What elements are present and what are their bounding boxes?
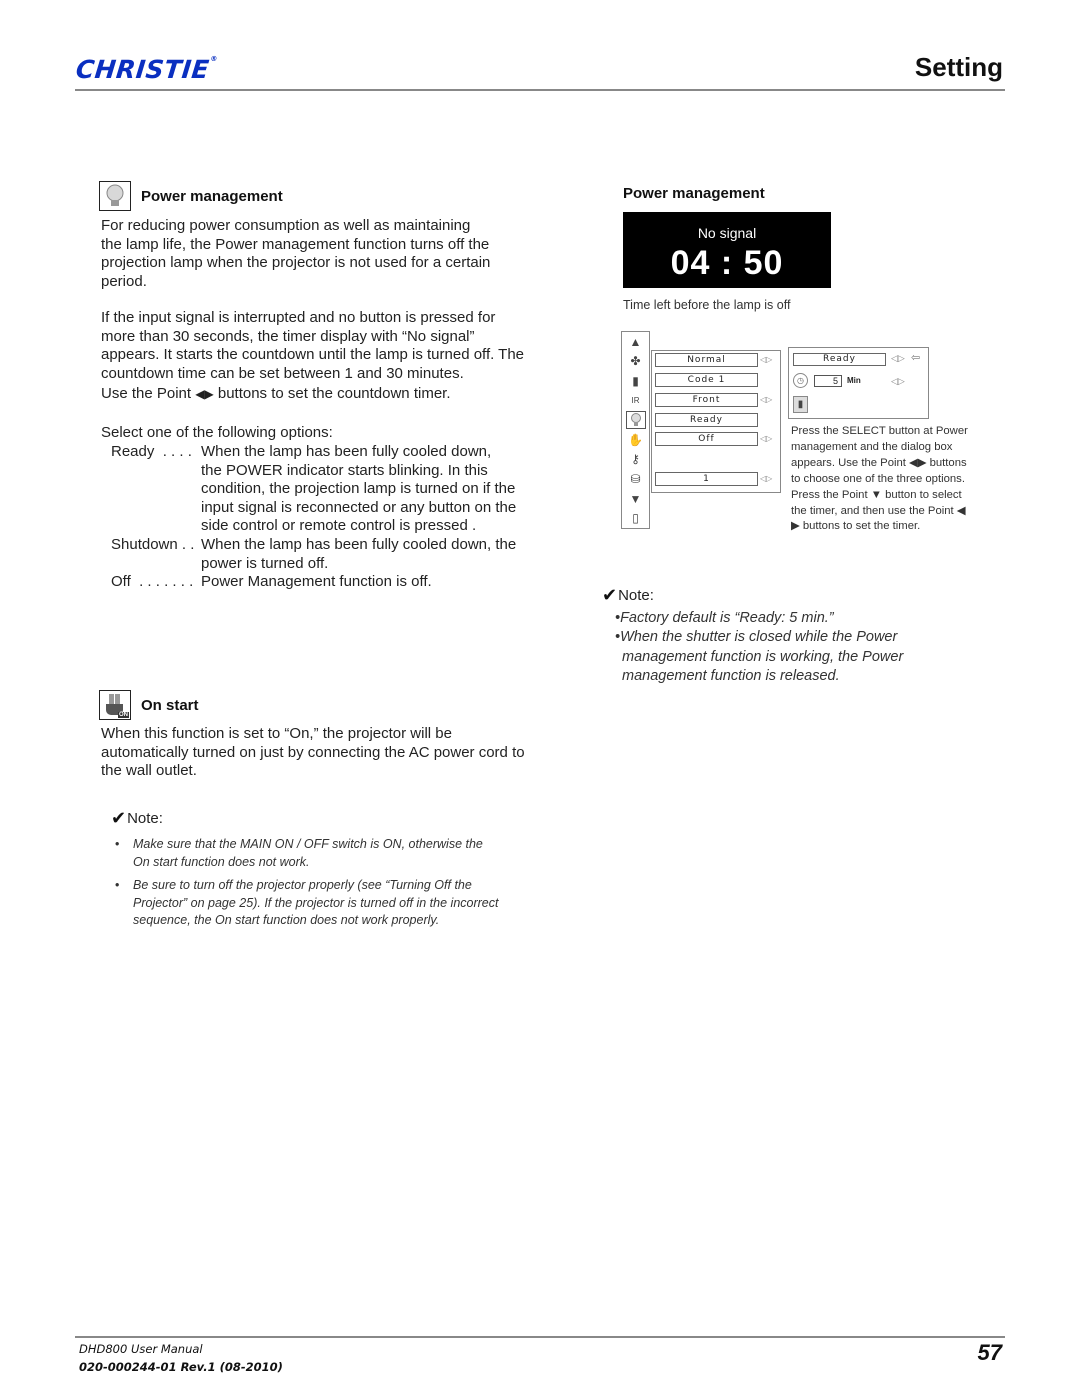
bullet: • [115,837,120,851]
manual-title: DHD800 User Manual [79,1342,203,1356]
lens-icon[interactable]: ⛁ [622,469,649,489]
on-start-heading: ON On start [99,690,199,720]
fan-icon[interactable]: ✤ [622,352,649,372]
osd-caption: Time left before the lamp is off [623,298,791,312]
exit-icon[interactable]: ▯ [622,508,649,528]
point-buttons-line: Use the Point ◀▶ buttons to set the coun… [101,385,451,403]
brand-name: CHRISTIE [74,55,211,84]
menu-field-ir-receiver[interactable]: Front [655,393,758,407]
left-right-arrows-icon: ◀▶ [195,387,214,402]
note-item: •Factory default is “Ready: 5 min.” [615,610,834,626]
footer-divider [75,1336,1005,1338]
revision: 020-000244-01 Rev.1 (08-2010) [79,1360,283,1374]
on-start-note-heading: ✔ Note: [111,808,163,828]
note-item: • Make sure that the MAIN ON / OFF switc… [115,836,565,871]
section-heading: Power management [141,187,283,205]
timer-unit: Min [847,376,861,385]
left-right-icon[interactable]: ◁▷ [760,434,776,444]
option-description: When the lamp has been fully cooled down… [201,535,517,572]
on-start-body: When this function is set to “On,” the p… [101,725,561,781]
remote-icon[interactable]: ▮ [622,371,649,391]
text-line: period. [101,272,147,290]
clock-icon: ◷ [793,373,808,388]
power-notes: •Factory default is “Ready: 5 min.” •Whe… [615,609,975,687]
text-line: the wall outlet. [101,762,197,780]
pointer-arrow-icon: ⇦ [911,352,921,364]
menu-field-remote-code[interactable]: Code 1 [655,373,758,387]
right-heading: Power management [623,185,765,202]
osd-status: No signal [697,225,757,241]
left-right-icon[interactable]: ◁▷ [760,395,776,405]
section-heading: On start [141,696,199,714]
header-divider [75,89,1005,91]
text-line: When this function is set to “On,” the p… [101,725,452,742]
text-line: If the input signal is interrupted and n… [101,309,496,326]
text-line: automatically turned on just by connecti… [101,743,525,761]
up-arrow-icon[interactable]: ▲ [622,332,649,352]
registered-mark: ® [209,55,219,63]
left-right-icon[interactable]: ◁▷ [760,474,776,484]
option-key: Ready . . . . [111,443,192,460]
text-line: the lamp life, the Power management func… [101,235,490,253]
note-item: • Be sure to turn off the projector prop… [115,877,565,930]
menu-field-fan-mode[interactable]: Normal [655,353,758,367]
menu-panel: Normal ◁▷ Code 1 Front ◁▷ Ready Off ◁▷ 1… [651,350,781,493]
option-off: Off . . . . . . . Power Management funct… [101,573,546,592]
menu-icon-bar: ▲ ✤ ▮ IR ✋ ⚷ ⛁ ▼ ▯ [621,331,650,529]
bullet: • [115,878,120,892]
footer-info: DHD800 User Manual 020-000244-01 Rev.1 (… [79,1340,283,1376]
option-key: Off . . . . . . . [111,573,194,591]
menu-field-on-start[interactable]: Off [655,432,758,446]
power-note-heading: ✔ Note: [602,585,654,605]
text-line: For reducing power consumption as well a… [101,217,471,234]
osd-countdown: 04 : 50 [670,244,784,282]
text-line: projection lamp when the projector is no… [101,254,491,272]
option-description: When the lamp has been fully cooled down… [201,443,517,535]
option-ready: Ready . . . . When the lamp has been ful… [101,443,546,536]
exit-icon[interactable]: ▮ [793,396,808,413]
key-icon[interactable]: ⚷ [622,450,649,470]
power-management-heading: Power management [99,181,283,211]
option-key: Shutdown . . [111,535,195,553]
ir-icon[interactable]: IR [622,391,649,411]
down-arrow-icon[interactable]: ▼ [622,489,649,509]
note-item: •When the shutter is closed while the Po… [615,629,904,685]
timer-value-field[interactable]: 5 [814,375,842,387]
power-management-dialog: Ready ◁▷ ⇦ ◷ 5 Min ◁▷ ▮ [788,347,929,419]
text-line: more than 30 seconds, the timer display … [101,327,475,345]
on-badge: ON [118,712,129,718]
section-title: Setting [914,52,1003,82]
select-intro: Select one of the following options: [101,424,333,441]
options-list: Ready . . . . When the lamp has been ful… [101,443,546,592]
menu-field-lens[interactable]: 1 [655,472,758,486]
christie-logo: CHRISTIE® [74,55,218,84]
checkmark-icon: ✔ [602,585,618,605]
dialog-caption: Press the SELECT button at Power managem… [791,425,968,533]
no-signal-timer-display: No signal 04 : 50 [623,212,831,288]
checkmark-icon: ✔ [111,808,127,828]
left-right-icon[interactable]: ◁▷ [891,353,905,364]
text-line: appears. It starts the countdown until t… [101,346,525,364]
page-number: 57 [977,1340,1002,1365]
text-line: countdown time can be set between 1 and … [101,364,464,382]
lightbulb-icon [99,181,131,211]
left-right-icon[interactable]: ◁▷ [891,376,905,387]
lightbulb-icon[interactable] [622,410,649,430]
power-plug-on-icon: ON [99,690,131,720]
on-start-notes: • Make sure that the MAIN ON / OFF switc… [115,836,565,930]
left-right-icon[interactable]: ◁▷ [760,355,776,365]
on-start-icon[interactable]: ✋ [622,430,649,450]
menu-field-power-management[interactable]: Ready [655,413,758,427]
power-management-intro: For reducing power consumption as well a… [101,217,561,291]
option-shutdown: Shutdown . . When the lamp has been full… [101,536,546,573]
signal-paragraph: If the input signal is interrupted and n… [101,309,561,404]
dialog-mode-field[interactable]: Ready [793,353,886,366]
option-description: Power Management function is off. [201,573,432,591]
